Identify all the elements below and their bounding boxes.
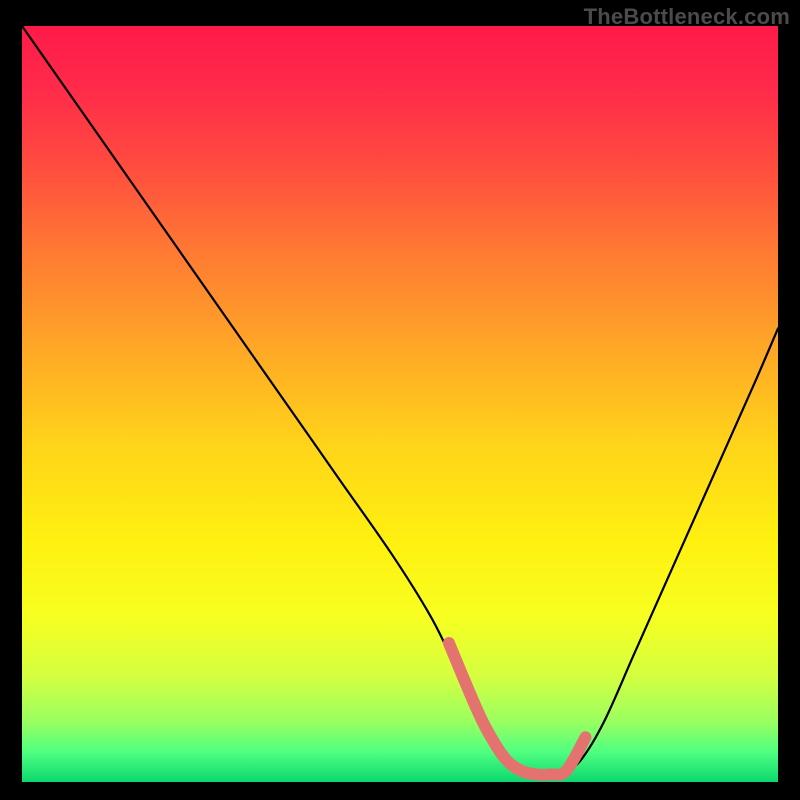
bottleneck-chart: [22, 26, 778, 782]
chart-stage: TheBottleneck.com: [0, 0, 800, 800]
plot-area: [22, 26, 778, 782]
gradient-background: [22, 26, 778, 782]
watermark-text: TheBottleneck.com: [584, 4, 790, 30]
